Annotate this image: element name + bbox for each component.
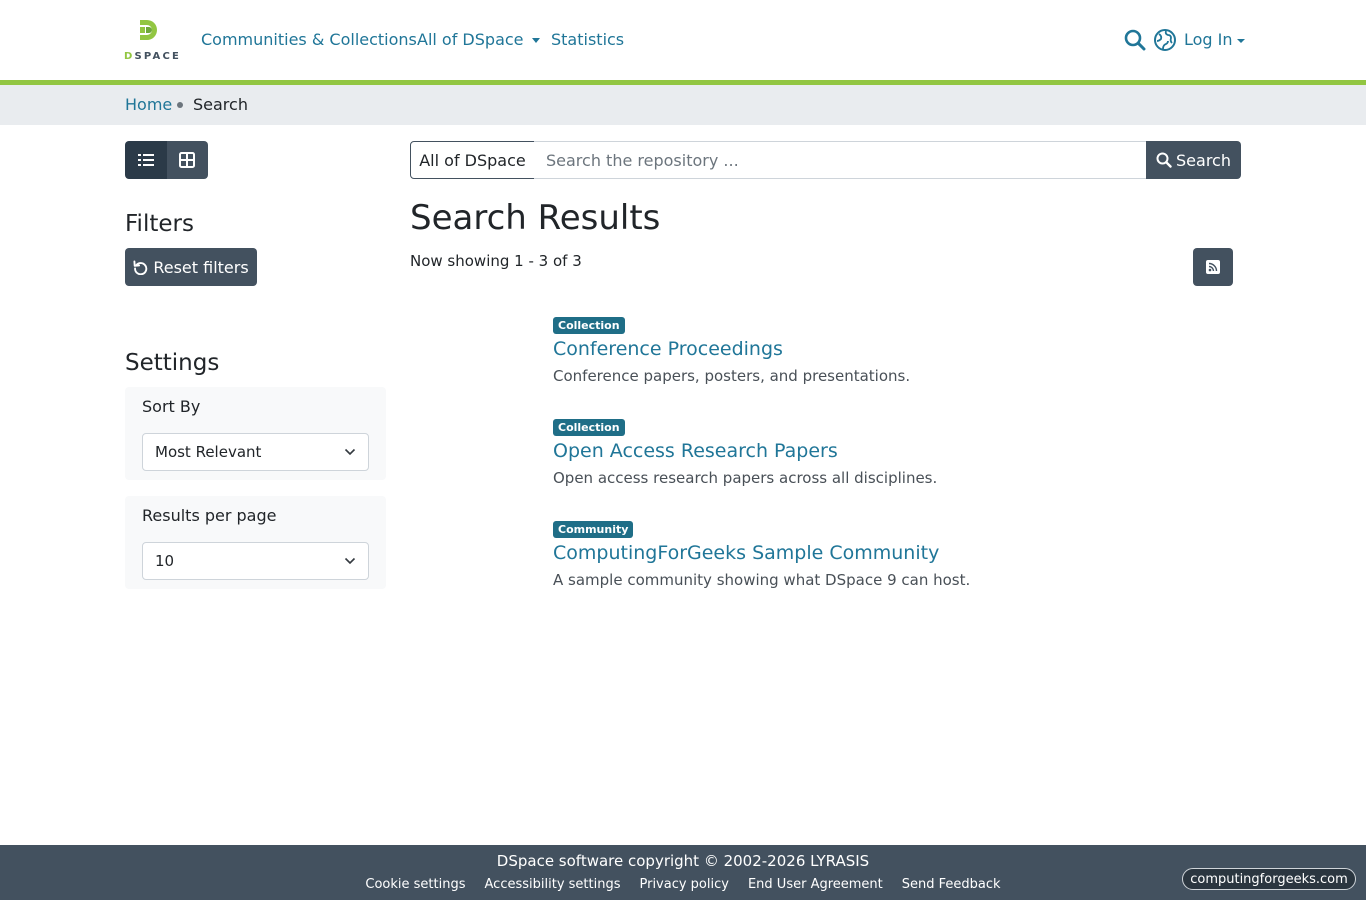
settings-heading: Settings xyxy=(125,350,220,376)
nav-all-of-dspace[interactable]: All of DSpace xyxy=(417,30,540,49)
footer-link-accessibility-settings[interactable]: Accessibility settings xyxy=(485,877,621,892)
nav-communities-collections[interactable]: Communities & Collections xyxy=(201,30,417,49)
search-result-item: Collection Conference Proceedings Confer… xyxy=(553,314,910,385)
search-input[interactable] xyxy=(534,141,1147,179)
dspace-logo-icon xyxy=(140,20,157,40)
footer-links: Cookie settings Accessibility settings P… xyxy=(0,877,1366,892)
sort-by-value: Most Relevant xyxy=(155,443,262,461)
search-icon xyxy=(1156,152,1172,168)
login-label: Log In xyxy=(1184,30,1233,49)
sort-by-label: Sort By xyxy=(142,397,201,416)
footer-link-privacy-policy[interactable]: Privacy policy xyxy=(639,877,728,892)
nav-statistics[interactable]: Statistics xyxy=(551,30,624,49)
chevron-down-icon xyxy=(1236,38,1245,43)
sort-settings-card: Sort By Most Relevant xyxy=(125,387,386,480)
logo-wordmark: DSPACE xyxy=(124,51,182,62)
rpp-settings-card: Results per page 10 xyxy=(125,496,386,589)
chevron-down-icon xyxy=(531,38,540,43)
footer-link-send-feedback[interactable]: Send Feedback xyxy=(902,877,1001,892)
view-mode-toggle xyxy=(125,141,208,179)
search-button-label: Search xyxy=(1176,150,1231,170)
search-result-item: Community ComputingForGeeks Sample Commu… xyxy=(553,518,970,589)
result-type-badge: Collection xyxy=(553,419,625,436)
breadcrumb-separator xyxy=(177,102,183,108)
result-title-link[interactable]: Conference Proceedings xyxy=(553,338,910,360)
reset-filters-button[interactable]: Reset filters xyxy=(125,248,257,286)
search-scope-button[interactable]: All of DSpace xyxy=(410,141,535,179)
reset-filters-label: Reset filters xyxy=(153,257,249,277)
results-per-page-value: 10 xyxy=(155,552,175,570)
login-dropdown[interactable]: Log In xyxy=(1184,30,1245,49)
undo-icon xyxy=(133,259,148,275)
footer-link-cookie-settings[interactable]: Cookie settings xyxy=(365,877,465,892)
site-footer: DSpace software copyright © 2002-2026 LY… xyxy=(0,845,1366,900)
result-description: Conference papers, posters, and presenta… xyxy=(553,367,911,385)
results-per-page-label: Results per page xyxy=(142,506,277,525)
nav-all-of-dspace-label: All of DSpace xyxy=(417,30,524,49)
site-header: DSPACE Communities & Collections All of … xyxy=(0,0,1366,80)
result-type-badge: Collection xyxy=(553,317,625,334)
breadcrumb-home[interactable]: Home xyxy=(125,95,172,114)
footer-copyright: DSpace software copyright © 2002-2026 LY… xyxy=(496,852,870,870)
dspace-logo[interactable]: DSPACE xyxy=(124,18,182,62)
list-view-button[interactable] xyxy=(125,141,167,179)
result-description: Open access research papers across all d… xyxy=(553,469,938,487)
breadcrumb: Home Search xyxy=(0,85,1366,125)
search-submit-button[interactable]: Search xyxy=(1146,141,1241,179)
chevron-down-icon xyxy=(344,448,356,456)
breadcrumb-current: Search xyxy=(193,95,248,114)
result-description: A sample community showing what DSpace 9… xyxy=(553,571,971,589)
rss-feed-button[interactable] xyxy=(1193,248,1233,286)
grid-icon xyxy=(179,152,196,168)
site-watermark: computingforgeeks.com xyxy=(1182,868,1356,890)
results-per-page-select[interactable]: 10 xyxy=(142,542,369,580)
results-count: Now showing 1 - 3 of 3 xyxy=(410,252,582,270)
globe-icon[interactable] xyxy=(1153,28,1177,52)
grid-view-button[interactable] xyxy=(166,141,208,179)
filters-heading: Filters xyxy=(125,211,194,237)
search-icon[interactable] xyxy=(1123,28,1147,52)
chevron-down-icon xyxy=(344,557,356,565)
result-type-badge: Community xyxy=(553,521,634,538)
result-title-link[interactable]: ComputingForGeeks Sample Community xyxy=(553,542,970,564)
list-icon xyxy=(137,154,154,166)
rss-icon xyxy=(1206,260,1220,274)
result-title-link[interactable]: Open Access Research Papers xyxy=(553,440,937,462)
sort-by-select[interactable]: Most Relevant xyxy=(142,433,369,471)
page-title: Search Results xyxy=(410,198,661,238)
search-result-item: Collection Open Access Research Papers O… xyxy=(553,416,937,487)
footer-link-end-user-agreement[interactable]: End User Agreement xyxy=(748,877,883,892)
